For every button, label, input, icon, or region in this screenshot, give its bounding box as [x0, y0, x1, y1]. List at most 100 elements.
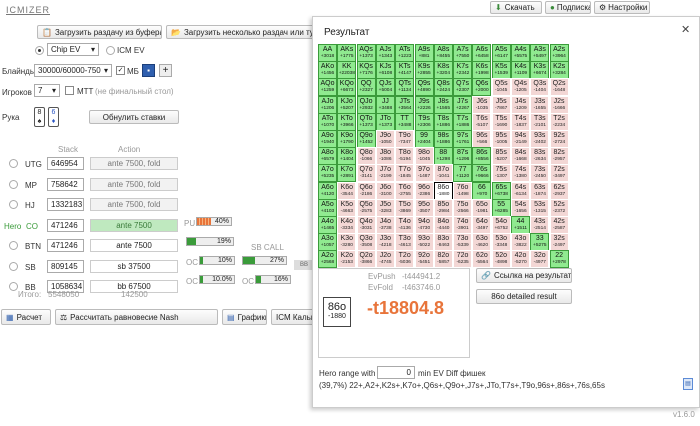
hand-cell-k9o[interactable]: K9o +1790	[337, 130, 357, 148]
seat-stack-input[interactable]: 471246	[47, 239, 84, 252]
min-ev-input[interactable]: 0	[377, 366, 415, 379]
seat-radio-mp[interactable]	[9, 180, 18, 189]
hand-cell-a5s[interactable]: A5s +6147	[491, 44, 511, 62]
hand-cell-kts[interactable]: KTs +4147	[395, 61, 415, 80]
hand-cell-54o[interactable]: 54o +6752	[491, 216, 511, 234]
hand-cell-q7o[interactable]: Q7o -3141	[356, 164, 376, 183]
hand-cell-82o[interactable]: 82o -5857	[433, 250, 453, 269]
hand-cell-k5s[interactable]: K5s +1539	[491, 61, 511, 80]
hand-cell-t6o[interactable]: T6o -2755	[395, 181, 415, 200]
hand-cell-43o[interactable]: 43o -3822	[511, 233, 530, 252]
hand-cell-j5s[interactable]: J5s -7867	[491, 95, 511, 114]
hand-cell-74s[interactable]: 74s -1380	[511, 164, 530, 183]
hand-cell-k3s[interactable]: K3s +6674	[530, 61, 550, 80]
hand-cell-a7o[interactable]: A7o +5235	[318, 164, 337, 183]
hand-cell-t8o[interactable]: T8o -5194	[395, 147, 415, 166]
hand-cell-q2o[interactable]: Q2o -3866	[356, 250, 376, 269]
hand-cell-qjs[interactable]: QJs +5004	[375, 78, 395, 97]
hand-cell-a2s[interactable]: A2s +3964	[549, 44, 569, 62]
hand-cell-54s[interactable]: 54s -1656	[511, 198, 530, 217]
hand-cell-kqo[interactable]: KQo +6673	[337, 78, 357, 97]
hand-cell-87o[interactable]: 87o -1041	[433, 164, 453, 183]
hand-cell-94s[interactable]: 94s -2149	[511, 130, 530, 148]
hand-cell-85s[interactable]: 85s -5207	[491, 147, 511, 166]
hand-cell-q3s[interactable]: Q3s -1404	[530, 78, 550, 97]
hand-cell-a4o[interactable]: A4o +1465	[318, 216, 337, 234]
hand-cell-ako[interactable]: AKo +1456	[318, 61, 337, 80]
hand-cell-t7o[interactable]: T7o -1845	[395, 164, 415, 183]
hand-cell-q8s[interactable]: Q8s +2424	[433, 78, 453, 97]
reset-bets-button[interactable]: Обнулить ставки	[89, 110, 179, 124]
hand-cell-92o[interactable]: 92o -5451	[414, 250, 434, 269]
hand-cell-72o[interactable]: 72o -6235	[453, 250, 473, 269]
hand-cell-ajs[interactable]: AJs +1343	[375, 44, 395, 62]
hand-cell-83s[interactable]: 83s -2634	[530, 147, 550, 166]
hand-cell-k8s[interactable]: K8s +3204	[433, 61, 453, 80]
hand-cell-q6o[interactable]: Q6o -2186	[356, 181, 376, 200]
hand-cell-53o[interactable]: 53o -3348	[491, 233, 511, 252]
hand-cell-t7s[interactable]: T7s +1886	[453, 112, 473, 131]
hand-cell-a6s[interactable]: A6s +6458	[472, 44, 492, 62]
hand-cell-88[interactable]: 88 +1298	[433, 147, 453, 166]
hand-cell-q8o[interactable]: Q8o -1066	[356, 147, 376, 166]
hand-cell-83o[interactable]: 83o -8463	[433, 233, 453, 252]
hand-cell-qto[interactable]: QTo +1373	[356, 112, 376, 131]
hand-cell-j2o[interactable]: J2o -4745	[375, 250, 395, 269]
hand-cell-tt[interactable]: TT +3488	[395, 112, 415, 131]
hand-cell-t9o[interactable]: T9o -7347	[395, 130, 415, 148]
mb-checkbox[interactable]: ✓	[116, 66, 125, 75]
seat-stack-input[interactable]: 758642	[47, 178, 84, 191]
hand-cell-k6o[interactable]: K6o -3544	[337, 181, 357, 200]
hand-cell-74o[interactable]: 74o -3901	[453, 216, 473, 234]
hand-cell-a4s[interactable]: A4s +5575	[511, 44, 530, 62]
hand-cell-95o[interactable]: 95o -3507	[414, 198, 434, 217]
hand-cell-42o[interactable]: 42o -5270	[511, 250, 530, 269]
hand-cell-q7s[interactable]: Q7s +2307	[453, 78, 473, 97]
result-link-button[interactable]: 🔗 Ссылка на результат	[476, 268, 572, 283]
hand-cell-k8o[interactable]: K8o +1404	[337, 147, 357, 166]
hand-cell-j3o[interactable]: J3o -4218	[375, 233, 395, 252]
hand-cell-j3s[interactable]: J3s -1655	[530, 95, 550, 114]
hand-cell-53s[interactable]: 53s -1315	[530, 198, 550, 217]
hand-cell-84s[interactable]: 84s -1668	[511, 147, 530, 166]
hand-cell-66[interactable]: 66 +970	[472, 181, 492, 200]
pu-range-bar[interactable]: 40%	[196, 217, 232, 226]
hand-cell-32o[interactable]: 32o -4977	[530, 250, 550, 269]
nash-button[interactable]: ⚖ Рассчитать равновесие Nash	[55, 309, 218, 325]
subscription-button[interactable]: ● Подписка	[545, 1, 591, 14]
detailed-result-button[interactable]: 86o detailed result	[476, 289, 572, 304]
hand-cell-j4s[interactable]: J4s -1209	[511, 95, 530, 114]
hand-cell-k2s[interactable]: K2s +3284	[549, 61, 569, 80]
hand-cell-97s[interactable]: 97s +1761	[453, 130, 473, 148]
hand-cell-a6o[interactable]: A6o +4120	[318, 181, 337, 200]
hand-cell-q5s[interactable]: Q5s -1045	[491, 78, 511, 97]
hand-cell-77[interactable]: 77 +1120	[453, 164, 473, 183]
hand-card-2[interactable]: 6 ♦	[48, 107, 59, 127]
seat-action-field[interactable]: ante 7500	[90, 239, 178, 252]
hand-cell-q3o[interactable]: Q3o -3508	[356, 233, 376, 252]
hand-cell-86o[interactable]: 86o -1880	[433, 181, 453, 200]
hand-cell-98o[interactable]: 98o -1045	[414, 147, 434, 166]
calculate-button[interactable]: ▦ Расчет	[1, 309, 51, 325]
hand-cell-76s[interactable]: 76s +9666	[472, 164, 492, 183]
hand-cell-75s[interactable]: 75s -1307	[491, 164, 511, 183]
hand-cell-82s[interactable]: 82s -2957	[549, 147, 569, 166]
hand-cell-t4s[interactable]: T4s -1837	[511, 112, 530, 131]
hand-cell-t3s[interactable]: T3s -2101	[530, 112, 550, 131]
mtt-checkbox[interactable]	[65, 86, 74, 95]
hand-cell-q4s[interactable]: Q4s -1205	[511, 78, 530, 97]
players-select[interactable]: 7 ▾	[34, 84, 60, 97]
hand-cell-aa[interactable]: AA +3018	[318, 44, 337, 62]
hand-cell-43s[interactable]: 43s -2514	[530, 216, 550, 234]
hand-cell-a9o[interactable]: A9o +1940	[318, 130, 337, 148]
hand-cell-55[interactable]: 55 +6285	[491, 198, 511, 217]
hand-cell-ajo[interactable]: AJo +1206	[318, 95, 337, 114]
hand-cell-j7s[interactable]: J7s +2267	[453, 95, 473, 114]
hand-cell-k9s[interactable]: K9s +2855	[414, 61, 434, 80]
hand-cell-t8s[interactable]: T8s +1886	[433, 112, 453, 131]
load-multiple-button[interactable]: 📂 Загрузить несколько раздач или турн	[166, 25, 316, 39]
seat-radio-utg[interactable]	[9, 159, 18, 168]
seat-radio-btn[interactable]	[9, 241, 18, 250]
seat-radio-sb[interactable]	[9, 262, 18, 271]
hand-cell-jts[interactable]: JTs +3564	[395, 95, 415, 114]
